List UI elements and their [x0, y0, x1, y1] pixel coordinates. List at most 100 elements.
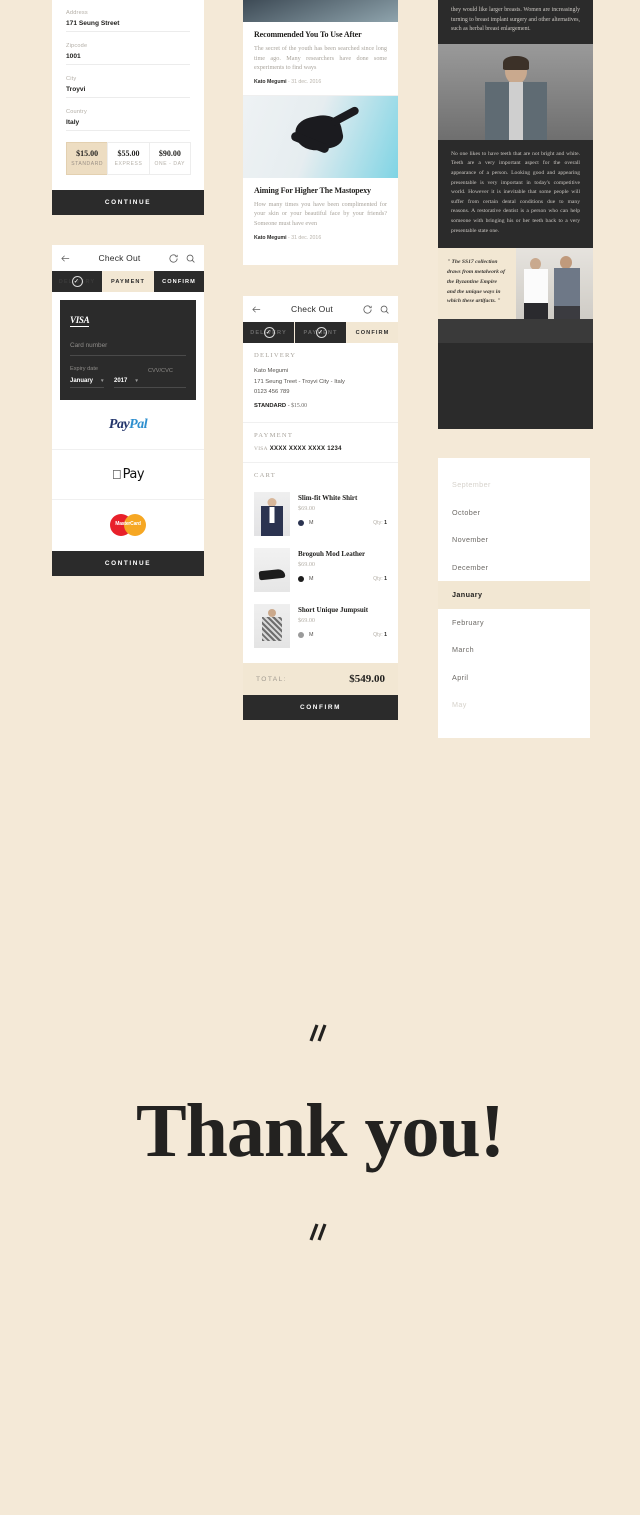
- month-option-february[interactable]: February: [438, 609, 590, 637]
- cart-item-qty: Qty: 1: [373, 576, 387, 582]
- tab-delivery[interactable]: DELIVERY ✓: [243, 322, 295, 343]
- back-arrow-icon[interactable]: [60, 253, 71, 264]
- month-option-september[interactable]: September: [438, 471, 590, 499]
- cart-item-size: M: [309, 631, 314, 638]
- expiry-year-value: 2017: [114, 378, 128, 384]
- month-option-april[interactable]: April: [438, 664, 590, 692]
- article-image: [243, 0, 398, 22]
- article-excerpt: How many times you have been complimente…: [254, 200, 387, 228]
- product-thumbnail: [254, 491, 290, 536]
- month-picker-panel: September October November December Janu…: [438, 458, 590, 738]
- refresh-icon[interactable]: [362, 304, 373, 315]
- apple-pay-label: Pay: [117, 467, 145, 482]
- cart-item[interactable]: Slim-fit White Shirt $69.00 M Qty: 1: [254, 486, 387, 542]
- page-title: Check Out: [291, 304, 333, 314]
- check-icon: ✓: [263, 327, 275, 338]
- payment-method-paypal[interactable]: PayPal: [52, 400, 204, 450]
- tab-confirm[interactable]: CONFIRM: [347, 322, 398, 343]
- pullquote: " The SS17 collection draws from metalwo…: [438, 248, 516, 320]
- shipping-option-oneday-label: ONE - DAY: [154, 161, 186, 167]
- article-card[interactable]: Recommended You To Use After The secret …: [243, 22, 398, 96]
- pullquote-row: " The SS17 collection draws from metalwo…: [438, 248, 593, 320]
- refresh-icon[interactable]: [168, 253, 179, 264]
- payment-appbar: Check Out: [52, 245, 204, 271]
- payment-panel: Check Out DELIVERY ✓ PAYMENT CONFIRM VIS…: [52, 245, 204, 576]
- paypal-logo-pay: Pay: [108, 416, 130, 432]
- payment-card-brand: VISA: [254, 445, 268, 452]
- tab-delivery[interactable]: DELIVERY ✓: [52, 271, 103, 292]
- payment-heading: PAYMENT: [254, 431, 294, 439]
- checkout-tabs: DELIVERY ✓ PAYMENT CONFIRM: [52, 271, 204, 292]
- article-author: Kato Megumi: [254, 78, 287, 85]
- article-intro: they would like larger breasts. Women ar…: [438, 0, 593, 44]
- month-option-march[interactable]: March: [438, 636, 590, 664]
- delivery-phone: 0123 456 789: [254, 389, 290, 396]
- payment-continue-button[interactable]: CONTINUE: [52, 551, 204, 576]
- cart-item[interactable]: Short Unique Jumpsuit $69.00 M Qty: 1: [254, 598, 387, 654]
- zipcode-field-label: Zipcode: [66, 43, 88, 49]
- article-card[interactable]: Aiming For Higher The Mastopexy How many…: [243, 178, 398, 251]
- confirm-appbar: Check Out: [243, 296, 398, 322]
- expiry-year-select[interactable]: 2017 ▾: [114, 378, 148, 388]
- address-continue-button[interactable]: CONTINUE: [52, 190, 204, 215]
- cart-item[interactable]: Brogouh Mod Leather $69.00 M Qty: 1: [254, 542, 387, 598]
- cart-item-qty-label: Qty:: [373, 575, 383, 582]
- article-excerpt: The secret of the youth has been searche…: [254, 45, 387, 72]
- panel-footer: [438, 319, 593, 344]
- zipcode-field[interactable]: Zipcode 1001: [66, 43, 190, 65]
- search-icon[interactable]: [379, 304, 390, 315]
- shipping-option-oneday-price: $90.00: [158, 149, 181, 158]
- tab-payment[interactable]: PAYMENT: [103, 271, 154, 292]
- page-title: Check Out: [98, 253, 141, 263]
- product-thumbnail: [254, 547, 290, 592]
- model-shirt: [269, 506, 275, 523]
- month-option-december[interactable]: December: [438, 554, 590, 582]
- double-slash-ornament: [0, 1219, 640, 1245]
- payment-card-line: VISA XXXX XXXX XXXX 1234: [254, 446, 387, 452]
- payment-method-mastercard[interactable]: MasterCard: [52, 500, 204, 550]
- paypal-logo-pal: Pal: [129, 416, 148, 432]
- article-body: No one likes to have teeth that are not …: [438, 140, 593, 248]
- portrait-shirt: [508, 81, 523, 140]
- chevron-down-icon: ▾: [135, 378, 138, 384]
- paypal-logo: PayPal: [108, 416, 148, 433]
- tab-payment[interactable]: PAYMENT ✓: [295, 322, 347, 343]
- cart-total-bar: TOTAL: $549.00: [243, 663, 398, 695]
- shipping-option-express[interactable]: $55.00 EXPRESS: [107, 142, 150, 175]
- city-field-value: Troyvi: [66, 86, 86, 93]
- shipping-option-standard[interactable]: $15.00 STANDARD: [66, 142, 109, 175]
- address-form: Address 171 Seung Street Zipcode 1001 Ci…: [52, 0, 204, 175]
- article-byline: Kato Megumi - 31 dec. 2016: [254, 235, 387, 241]
- month-option-may[interactable]: May: [438, 691, 590, 719]
- tab-confirm[interactable]: CONFIRM: [154, 271, 204, 292]
- chevron-down-icon: ▾: [101, 378, 104, 384]
- shoe-shape: [258, 568, 286, 581]
- article-byline: Kato Megumi - 31 dec. 2016: [254, 79, 387, 85]
- confirm-order-button[interactable]: CONFIRM: [243, 695, 398, 720]
- card-number-input[interactable]: Card number: [70, 342, 186, 356]
- city-field[interactable]: City Troyvi: [66, 76, 190, 98]
- back-arrow-icon[interactable]: [251, 304, 262, 315]
- cart-item-qty-label: Qty:: [373, 519, 383, 526]
- month-option-january[interactable]: January: [438, 581, 590, 609]
- cart-item-name: Brogouh Mod Leather: [298, 549, 366, 558]
- cvv-input[interactable]: [148, 380, 186, 388]
- search-icon[interactable]: [185, 253, 196, 264]
- expiry-month-select[interactable]: January ▾: [70, 378, 104, 388]
- cart-item-price: $69.00: [298, 504, 316, 512]
- cart-section: CART Slim-fit White Shirt $69.00 M Qty: …: [243, 463, 398, 664]
- address-field[interactable]: Address 171 Seung Street: [66, 10, 190, 32]
- double-slash-ornament: [0, 1020, 640, 1046]
- cart-item-color-swatch: [298, 575, 304, 582]
- shipping-option-oneday[interactable]: $90.00 ONE - DAY: [148, 142, 191, 175]
- month-option-october[interactable]: October: [438, 499, 590, 527]
- shipping-options: $15.00 STANDARD $55.00 EXPRESS $90.00 ON…: [66, 142, 191, 175]
- month-option-november[interactable]: November: [438, 526, 590, 554]
- cart-item-qty-value: 1: [384, 519, 387, 526]
- check-icon: ✓: [315, 327, 327, 338]
- model2-pants: [553, 306, 580, 320]
- jumpsuit-pattern: [262, 616, 282, 641]
- country-field[interactable]: Country Italy: [66, 109, 190, 131]
- cart-item-qty-value: 1: [384, 631, 387, 638]
- payment-method-applepay[interactable]:  Pay: [52, 450, 204, 500]
